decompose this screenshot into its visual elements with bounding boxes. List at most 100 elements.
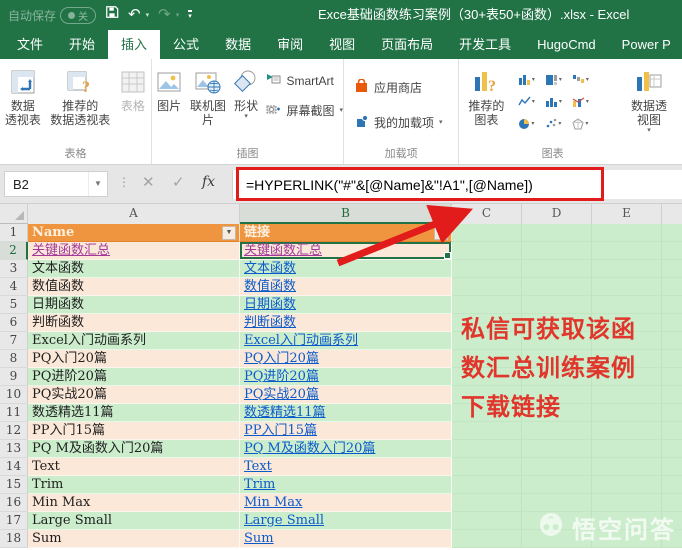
cell-F3[interactable] <box>662 260 682 278</box>
select-all-corner[interactable] <box>0 204 28 223</box>
cell-B10[interactable]: PQ实战20篇 <box>240 386 452 404</box>
tab-power-pivot[interactable]: Power P <box>609 30 682 59</box>
cell-C17[interactable] <box>452 512 522 530</box>
cell-A13[interactable]: PQ M及函数入门20篇 <box>28 440 240 458</box>
pie-chart-button[interactable]: ▾ <box>513 113 539 134</box>
cell-C3[interactable] <box>452 260 522 278</box>
cell-C1[interactable] <box>452 224 522 242</box>
cell-B15[interactable]: Trim <box>240 476 452 494</box>
cell-E1[interactable] <box>592 224 662 242</box>
row-header-18[interactable]: 18 <box>0 530 28 548</box>
redo-button[interactable]: ↷ <box>158 0 171 30</box>
tab-view[interactable]: 视图 <box>316 30 368 59</box>
combo-chart-button[interactable]: ▾ <box>567 91 593 112</box>
tab-file[interactable]: 文件 <box>4 30 56 59</box>
cell-A12[interactable]: PP入门15篇 <box>28 422 240 440</box>
table-button[interactable]: 表格 <box>115 65 151 115</box>
cell-A18[interactable]: Sum <box>28 530 240 548</box>
cell-A7[interactable]: Excel入门动画系列 <box>28 332 240 350</box>
enter-button[interactable]: ✓ <box>172 173 185 191</box>
row-header-15[interactable]: 15 <box>0 476 28 494</box>
row-header-17[interactable]: 17 <box>0 512 28 530</box>
tab-formulas[interactable]: 公式 <box>160 30 212 59</box>
cell-D14[interactable] <box>522 458 592 476</box>
column-header-C[interactable]: C <box>452 204 522 224</box>
cell-A14[interactable]: Text <box>28 458 240 476</box>
cell-F14[interactable] <box>662 458 682 476</box>
cell-A10[interactable]: PQ实战20篇 <box>28 386 240 404</box>
cell-C14[interactable] <box>452 458 522 476</box>
cell-E15[interactable] <box>592 476 662 494</box>
radar-chart-button[interactable]: ▾ <box>567 113 593 134</box>
cell-A3[interactable]: 文本函数 <box>28 260 240 278</box>
cell-B14[interactable]: Text <box>240 458 452 476</box>
cell-B6-link[interactable]: 判断函数 <box>240 314 451 331</box>
smartart-button[interactable]: SmartArt <box>266 73 343 89</box>
column-header-B[interactable]: B <box>240 204 452 224</box>
cell-C15[interactable] <box>452 476 522 494</box>
cell-B8-link[interactable]: PQ入门20篇 <box>240 350 451 367</box>
cell-B16-link[interactable]: Min Max <box>240 494 451 511</box>
cell-A6[interactable]: 判断函数 <box>28 314 240 332</box>
undo-button[interactable]: ↶ <box>128 0 141 30</box>
cell-F11[interactable] <box>662 404 682 422</box>
tab-page-layout[interactable]: 页面布局 <box>368 30 446 59</box>
column-chart-button[interactable]: ▾ <box>513 69 539 90</box>
cell-A17[interactable]: Large Small <box>28 512 240 530</box>
tab-review[interactable]: 审阅 <box>264 30 316 59</box>
cell-B17-link[interactable]: Large Small <box>240 512 451 529</box>
cell-B11[interactable]: 数透精选11篇 <box>240 404 452 422</box>
cell-B5-link[interactable]: 日期函数 <box>240 296 451 313</box>
cell-B3[interactable]: 文本函数 <box>240 260 452 278</box>
cell-E14[interactable] <box>592 458 662 476</box>
cell-D1[interactable] <box>522 224 592 242</box>
cell-F8[interactable] <box>662 350 682 368</box>
cell-B6[interactable]: 判断函数 <box>240 314 452 332</box>
tab-home[interactable]: 开始 <box>56 30 108 59</box>
cell-B9-link[interactable]: PQ进阶20篇 <box>240 368 451 385</box>
cell-D4[interactable] <box>522 278 592 296</box>
cell-D2[interactable] <box>522 242 592 260</box>
row-header-3[interactable]: 3 <box>0 260 28 278</box>
cell-A4[interactable]: 数值函数 <box>28 278 240 296</box>
histogram-chart-button[interactable]: ▾ <box>540 91 566 112</box>
row-header-1[interactable]: 1 <box>0 224 28 242</box>
line-chart-button[interactable]: ▾ <box>513 91 539 112</box>
cell-F9[interactable] <box>662 368 682 386</box>
tab-hugocmd[interactable]: HugoCmd <box>524 30 609 59</box>
cell-C18[interactable] <box>452 530 522 548</box>
row-header-12[interactable]: 12 <box>0 422 28 440</box>
shapes-button[interactable]: 形状 ▾ <box>232 65 261 123</box>
cell-C16[interactable] <box>452 494 522 512</box>
cell-F4[interactable] <box>662 278 682 296</box>
cell-B9[interactable]: PQ进阶20篇 <box>240 368 452 386</box>
cell-B5[interactable]: 日期函数 <box>240 296 452 314</box>
name-box-dropdown-icon[interactable]: ▼ <box>88 172 107 196</box>
cell-B17[interactable]: Large Small <box>240 512 452 530</box>
cell-B3-link[interactable]: 文本函数 <box>240 260 451 277</box>
cell-E13[interactable] <box>592 440 662 458</box>
column-header-F-sliver[interactable] <box>662 204 682 224</box>
recommended-charts-button[interactable]: ? 推荐的 图表 <box>461 65 511 129</box>
filter-dropdown-B1[interactable]: ▼ <box>434 226 448 240</box>
cell-B2[interactable]: 关键函数汇总 <box>240 242 452 260</box>
row-header-2[interactable]: 2 <box>0 242 28 260</box>
autosave-switch[interactable]: 关 <box>60 6 97 24</box>
cell-B10-link[interactable]: PQ实战20篇 <box>240 386 451 403</box>
cell-E2[interactable] <box>592 242 662 260</box>
insert-function-button[interactable]: fx <box>202 174 215 190</box>
cell-A5[interactable]: 日期函数 <box>28 296 240 314</box>
cell-B4[interactable]: 数值函数 <box>240 278 452 296</box>
cell-B7[interactable]: Excel入门动画系列 <box>240 332 452 350</box>
my-addins-button[interactable]: 我的加载项 ▾ <box>354 114 458 131</box>
undo-dropdown-icon[interactable]: ▾ <box>146 11 150 19</box>
cell-B12-link[interactable]: PP入门15篇 <box>240 422 451 439</box>
save-icon[interactable] <box>105 0 119 30</box>
row-header-16[interactable]: 16 <box>0 494 28 512</box>
cell-D15[interactable] <box>522 476 592 494</box>
autosave-toggle[interactable]: 自动保存 关 <box>8 6 97 24</box>
cell-A15[interactable]: Trim <box>28 476 240 494</box>
name-box[interactable]: B2 ▼ <box>4 171 108 197</box>
cell-A1[interactable]: Name ▼ <box>28 224 240 242</box>
column-header-E[interactable]: E <box>592 204 662 224</box>
